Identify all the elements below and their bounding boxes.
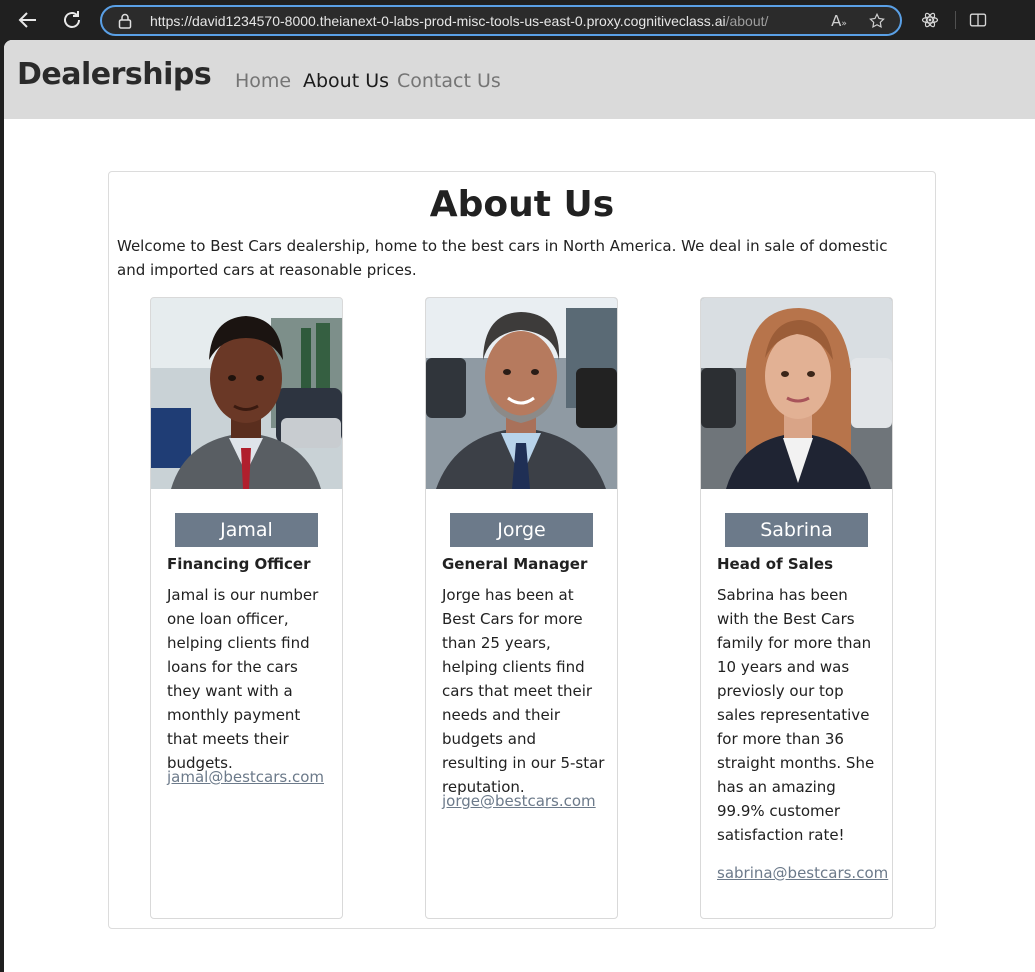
team-card-jorge: Jorge General Manager Jorge has been at … bbox=[425, 297, 618, 919]
sabrina-name-badge: Sabrina bbox=[725, 513, 868, 547]
nav-link-home[interactable]: Home bbox=[235, 70, 291, 92]
sabrina-role: Head of Sales bbox=[717, 555, 834, 573]
url-main: https://david1234570-8000.theianext-0-la… bbox=[150, 13, 726, 29]
split-screen-icon[interactable] bbox=[968, 10, 988, 30]
reload-icon[interactable] bbox=[60, 8, 84, 32]
jamal-email-link[interactable]: jamal@bestcars.com bbox=[167, 768, 324, 786]
page-title: About Us bbox=[429, 184, 615, 225]
about-card-container: About Us Welcome to Best Cars dealership… bbox=[108, 171, 936, 929]
react-extension-icon[interactable] bbox=[920, 10, 940, 30]
browser-toolbar: https://david1234570-8000.theianext-0-la… bbox=[0, 0, 1035, 40]
jorge-photo bbox=[426, 298, 617, 489]
favorite-star-icon[interactable] bbox=[868, 12, 886, 30]
url-path: /about/ bbox=[725, 13, 769, 29]
jorge-name-badge: Jorge bbox=[450, 513, 593, 547]
jamal-role: Financing Officer bbox=[167, 555, 311, 573]
jamal-bio: Jamal is our number one loan officer, he… bbox=[167, 586, 319, 772]
team-card-sabrina: Sabrina Head of Sales Sabrina has been w… bbox=[700, 297, 893, 919]
intro-text: Welcome to Best Cars dealership, home to… bbox=[117, 237, 888, 279]
toolbar-separator bbox=[955, 11, 956, 29]
team-card-jamal: Jamal Financing Officer Jamal is our num… bbox=[150, 297, 343, 919]
lock-icon[interactable] bbox=[118, 13, 132, 29]
site-navbar: Dealerships Home About Us Contact Us bbox=[4, 40, 1035, 119]
jamal-name-badge: Jamal bbox=[175, 513, 318, 547]
nav-link-contact[interactable]: Contact Us bbox=[397, 70, 501, 92]
jorge-email-link[interactable]: jorge@bestcars.com bbox=[442, 792, 596, 810]
back-arrow-icon[interactable] bbox=[16, 8, 40, 32]
jorge-bio: Jorge has been at Best Cars for more tha… bbox=[442, 586, 605, 796]
read-aloud-icon[interactable]: A» bbox=[830, 12, 848, 30]
address-bar[interactable]: https://david1234570-8000.theianext-0-la… bbox=[100, 5, 902, 36]
brand-logo[interactable]: Dealerships bbox=[17, 57, 212, 92]
sabrina-photo bbox=[701, 298, 892, 489]
url-text[interactable]: https://david1234570-8000.theianext-0-la… bbox=[150, 13, 768, 29]
page-viewport: Dealerships Home About Us Contact Us Abo… bbox=[4, 40, 1035, 972]
sabrina-bio: Sabrina has been with the Best Cars fami… bbox=[717, 586, 875, 844]
jorge-role: General Manager bbox=[442, 555, 588, 573]
jamal-photo bbox=[151, 298, 342, 489]
sabrina-email-link[interactable]: sabrina@bestcars.com bbox=[717, 864, 888, 882]
nav-link-about[interactable]: About Us bbox=[303, 70, 389, 92]
